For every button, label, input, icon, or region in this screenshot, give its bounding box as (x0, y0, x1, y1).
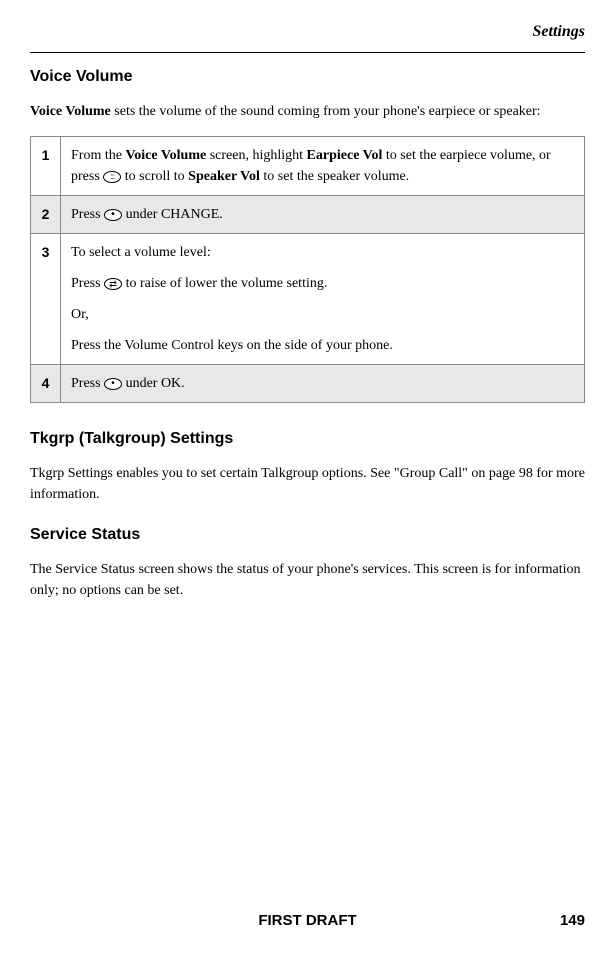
nav-key-icon (103, 171, 121, 183)
table-row: 4 Press under OK. (31, 365, 585, 403)
table-row: 1 From the Voice Volume screen, highligh… (31, 137, 585, 196)
step3-line3: Or, (71, 304, 574, 325)
voice-volume-intro-bold: Voice Volume (30, 104, 111, 119)
tkgrp-body: Tkgrp Settings enables you to set certai… (30, 463, 585, 505)
step-text: Press under CHANGE. (61, 196, 585, 234)
header-divider (30, 52, 585, 53)
step-text: From the Voice Volume screen, highlight … (61, 137, 585, 196)
step1-post: to set the speaker volume. (260, 169, 409, 184)
step3-line1: To select a volume level: (71, 242, 574, 263)
footer-draft-label: FIRST DRAFT (258, 910, 356, 933)
table-row: 3 To select a volume level: Press to rai… (31, 234, 585, 365)
softkey-icon (104, 378, 122, 390)
step-number: 3 (31, 234, 61, 365)
step1-pre: From the (71, 148, 125, 163)
step1-mid3: to scroll to (121, 169, 188, 184)
page-footer: FIRST DRAFT 149 (30, 910, 585, 933)
voice-volume-intro: Voice Volume sets the volume of the soun… (30, 101, 585, 122)
voice-volume-heading: Voice Volume (30, 65, 585, 89)
header-category: Settings (30, 20, 585, 44)
steps-table: 1 From the Voice Volume screen, highligh… (30, 136, 585, 403)
step-number: 4 (31, 365, 61, 403)
service-status-body: The Service Status screen shows the stat… (30, 559, 585, 601)
step1-mid1: screen, highlight (206, 148, 306, 163)
footer-page-number: 149 (560, 910, 585, 933)
step-number: 2 (31, 196, 61, 234)
step1-bold2: Earpiece Vol (307, 148, 383, 163)
softkey-icon (104, 209, 122, 221)
step3-line2pre: Press (71, 276, 104, 291)
tkgrp-heading: Tkgrp (Talkgroup) Settings (30, 427, 585, 451)
step1-bold1: Voice Volume (125, 148, 206, 163)
step3-line2post: to raise of lower the volume setting. (122, 276, 327, 291)
step4-post: under OK. (122, 376, 185, 391)
service-status-heading: Service Status (30, 523, 585, 547)
step2-pre: Press (71, 207, 104, 222)
step-number: 1 (31, 137, 61, 196)
step4-pre: Press (71, 376, 104, 391)
step1-bold3: Speaker Vol (188, 169, 260, 184)
table-row: 2 Press under CHANGE. (31, 196, 585, 234)
step3-line4: Press the Volume Control keys on the sid… (71, 335, 574, 356)
step-text: Press under OK. (61, 365, 585, 403)
scroll-key-icon (104, 278, 122, 290)
step-text: To select a volume level: Press to raise… (61, 234, 585, 365)
voice-volume-intro-rest: sets the volume of the sound coming from… (111, 104, 541, 119)
step2-post: under CHANGE. (122, 207, 223, 222)
